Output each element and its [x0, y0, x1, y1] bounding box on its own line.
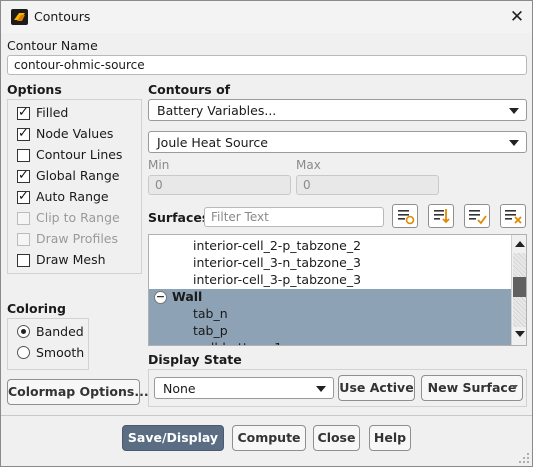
contours-variable-value: Joule Heat Source: [157, 135, 268, 150]
save-display-button[interactable]: Save/Display: [122, 425, 224, 451]
draw-profiles-checkbox: [17, 233, 30, 246]
close-icon[interactable]: ✕: [506, 7, 528, 27]
contours-variable-select[interactable]: Joule Heat Source: [148, 131, 527, 153]
contour-name-label: Contour Name: [7, 38, 98, 53]
select-checked-icon[interactable]: [464, 204, 490, 228]
new-surface-button[interactable]: New Surface: [421, 375, 523, 401]
filled-checkbox[interactable]: ✓: [17, 105, 30, 120]
list-item[interactable]: tab_p: [149, 323, 511, 340]
chevron-down-icon: [316, 386, 326, 392]
scroll-thumb[interactable]: [513, 277, 526, 297]
scroll-down-icon[interactable]: [515, 331, 525, 337]
draw-mesh-checkbox[interactable]: [17, 254, 30, 267]
window-title: Contours: [34, 9, 91, 24]
min-label: Min: [148, 158, 170, 172]
scroll-up-icon[interactable]: [515, 241, 525, 247]
list-item[interactable]: interior-cell_2-p_tabzone_2: [149, 238, 511, 255]
surfaces-list[interactable]: interior-cell_2-p_tabzone_2 interior-cel…: [148, 234, 527, 346]
max-input: 0: [296, 175, 439, 195]
contour-lines-label: Contour Lines: [36, 147, 123, 162]
new-surface-icon[interactable]: [428, 204, 454, 228]
coloring-label: Coloring: [7, 301, 66, 316]
surfaces-label: Surfaces: [148, 210, 210, 225]
contours-dialog: Contours ✕ Contour Name contour-ohmic-so…: [0, 0, 533, 467]
fluent-app-icon: [11, 9, 28, 25]
resize-grip-icon[interactable]: [518, 452, 530, 464]
contours-category-value: Battery Variables...: [157, 103, 277, 118]
banded-label: Banded: [36, 324, 84, 339]
use-active-button[interactable]: Use Active: [338, 375, 415, 401]
display-state-group: None Use Active New Surface: [148, 369, 527, 407]
node-values-checkbox[interactable]: ✓: [17, 126, 30, 141]
filled-label: Filled: [36, 105, 69, 120]
global-range-label: Global Range: [36, 168, 120, 183]
max-label: Max: [296, 158, 321, 172]
wall-group-row[interactable]: − Wall: [149, 289, 511, 306]
wall-group-label: Wall: [172, 289, 203, 304]
chevron-down-icon: [512, 385, 518, 389]
footer-divider: [1, 415, 532, 416]
close-button[interactable]: Close: [313, 425, 360, 451]
colormap-options-button[interactable]: Colormap Options...: [7, 379, 149, 405]
clip-to-range-checkbox: [17, 212, 30, 225]
contours-category-select[interactable]: Battery Variables...: [148, 99, 527, 121]
list-item[interactable]: tab_n: [149, 306, 511, 323]
surfaces-scrollbar[interactable]: [511, 235, 526, 345]
contour-name-input[interactable]: contour-ohmic-source: [7, 55, 527, 75]
help-button[interactable]: Help: [369, 425, 411, 451]
display-state-select[interactable]: None: [154, 377, 334, 399]
list-item[interactable]: interior-cell_3-n_tabzone_3: [149, 255, 511, 272]
draw-mesh-label: Draw Mesh: [36, 252, 106, 267]
deselect-all-icon[interactable]: [500, 204, 526, 228]
auto-range-label: Auto Range: [36, 189, 109, 204]
min-input: 0: [148, 175, 291, 195]
surfaces-filter-input[interactable]: Filter Text: [204, 207, 384, 227]
new-surface-button-label: New Surface: [427, 380, 517, 395]
display-state-label: Display State: [148, 352, 242, 367]
scroll-track-upper: [513, 253, 526, 277]
smooth-label: Smooth: [36, 345, 85, 360]
clip-to-range-label: Clip to Range: [36, 210, 120, 225]
options-label: Options: [7, 82, 62, 97]
display-state-value: None: [163, 381, 196, 396]
banded-radio[interactable]: [17, 325, 30, 338]
scroll-track-lower: [513, 297, 526, 327]
contours-of-label: Contours of: [148, 82, 231, 97]
chevron-down-icon: [509, 140, 519, 146]
options-group: ✓ Filled ✓ Node Values Contour Lines ✓ G…: [7, 99, 142, 274]
node-values-label: Node Values: [36, 126, 114, 141]
select-all-icon[interactable]: [392, 204, 418, 228]
title-bar[interactable]: Contours ✕: [1, 1, 532, 33]
chevron-down-icon: [509, 108, 519, 114]
list-item[interactable]: wall-battery_1: [149, 340, 511, 345]
global-range-checkbox[interactable]: ✓: [17, 168, 30, 183]
smooth-radio[interactable]: [17, 346, 30, 359]
collapse-icon[interactable]: −: [154, 291, 167, 304]
draw-profiles-label: Draw Profiles: [36, 231, 119, 246]
auto-range-checkbox[interactable]: ✓: [17, 189, 30, 204]
contour-lines-checkbox[interactable]: [17, 149, 30, 162]
compute-button[interactable]: Compute: [232, 425, 306, 451]
list-item[interactable]: interior-cell_3-p_tabzone_3: [149, 272, 511, 289]
coloring-group: Banded Smooth: [7, 318, 89, 370]
